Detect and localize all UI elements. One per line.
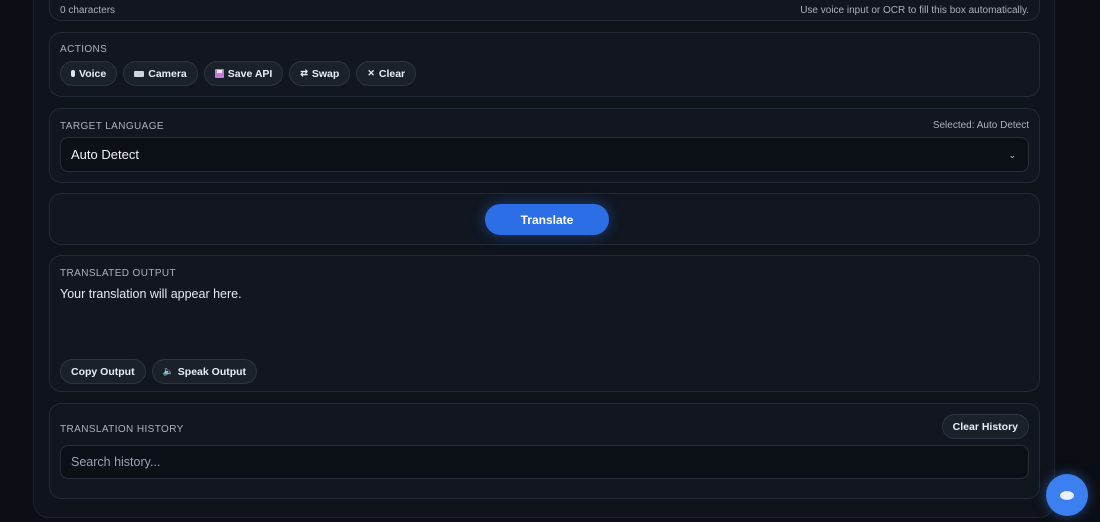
copy-output-button[interactable]: Copy Output — [60, 359, 146, 384]
translated-output-text: Your translation will appear here. — [60, 287, 242, 301]
actions-label: ACTIONS — [60, 44, 108, 55]
camera-icon — [134, 70, 145, 77]
speaker-icon: 🔈 — [162, 366, 174, 376]
swap-arrows-icon: ⇄ — [300, 68, 308, 78]
chevron-down-icon: ⌄ — [1008, 150, 1016, 160]
translate-card: Translate — [49, 193, 1040, 245]
translation-history-card: TRANSLATION HISTORY Clear History — [49, 403, 1040, 499]
camera-button[interactable]: Camera — [123, 61, 198, 86]
clear-button[interactable]: ✕ Clear — [356, 61, 417, 86]
actions-card: ACTIONS Voice Camera Save API ⇄ Swap ✕ C… — [49, 32, 1040, 97]
chat-fab-button[interactable] — [1046, 474, 1088, 516]
chat-bubble-icon — [1060, 490, 1074, 500]
voice-button-label: Voice — [79, 67, 107, 80]
output-button-row: Copy Output 🔈 Speak Output — [60, 359, 258, 384]
input-hint: Use voice input or OCR to fill this box … — [800, 5, 1029, 16]
swap-button-label: Swap — [311, 67, 340, 80]
close-icon: ✕ — [367, 68, 375, 78]
speak-output-label: Speak Output — [177, 365, 247, 378]
target-language-select[interactable]: Auto Detect ⌄ — [60, 137, 1029, 172]
translated-output-card: TRANSLATED OUTPUT Your translation will … — [49, 255, 1040, 392]
save-api-button-label: Save API — [227, 67, 273, 80]
camera-button-label: Camera — [148, 67, 187, 80]
save-api-button[interactable]: Save API — [203, 61, 284, 86]
swap-button[interactable]: ⇄ Swap — [289, 61, 351, 86]
target-language-label: TARGET LANGUAGE — [60, 121, 164, 132]
character-count: 0 characters — [60, 5, 116, 16]
selected-language-text: Selected: Auto Detect — [932, 120, 1029, 131]
target-language-card: TARGET LANGUAGE Selected: Auto Detect Au… — [49, 108, 1040, 183]
speak-output-button[interactable]: 🔈 Speak Output — [151, 359, 258, 384]
clear-history-button[interactable]: Clear History — [941, 414, 1029, 439]
translation-history-label: TRANSLATION HISTORY — [60, 424, 184, 435]
mic-icon — [71, 70, 75, 77]
target-language-value: Auto Detect — [71, 147, 139, 162]
actions-button-row: Voice Camera Save API ⇄ Swap ✕ Clear — [60, 61, 417, 86]
translated-output-label: TRANSLATED OUTPUT — [60, 268, 177, 279]
floppy-disk-icon — [214, 69, 224, 78]
history-search-input[interactable] — [60, 445, 1029, 479]
translate-button[interactable]: Translate — [485, 204, 609, 235]
copy-output-label: Copy Output — [71, 365, 135, 378]
voice-button[interactable]: Voice — [60, 61, 118, 86]
input-footer-card: 0 characters Use voice input or OCR to f… — [49, 0, 1040, 21]
clear-button-label: Clear — [378, 67, 406, 80]
